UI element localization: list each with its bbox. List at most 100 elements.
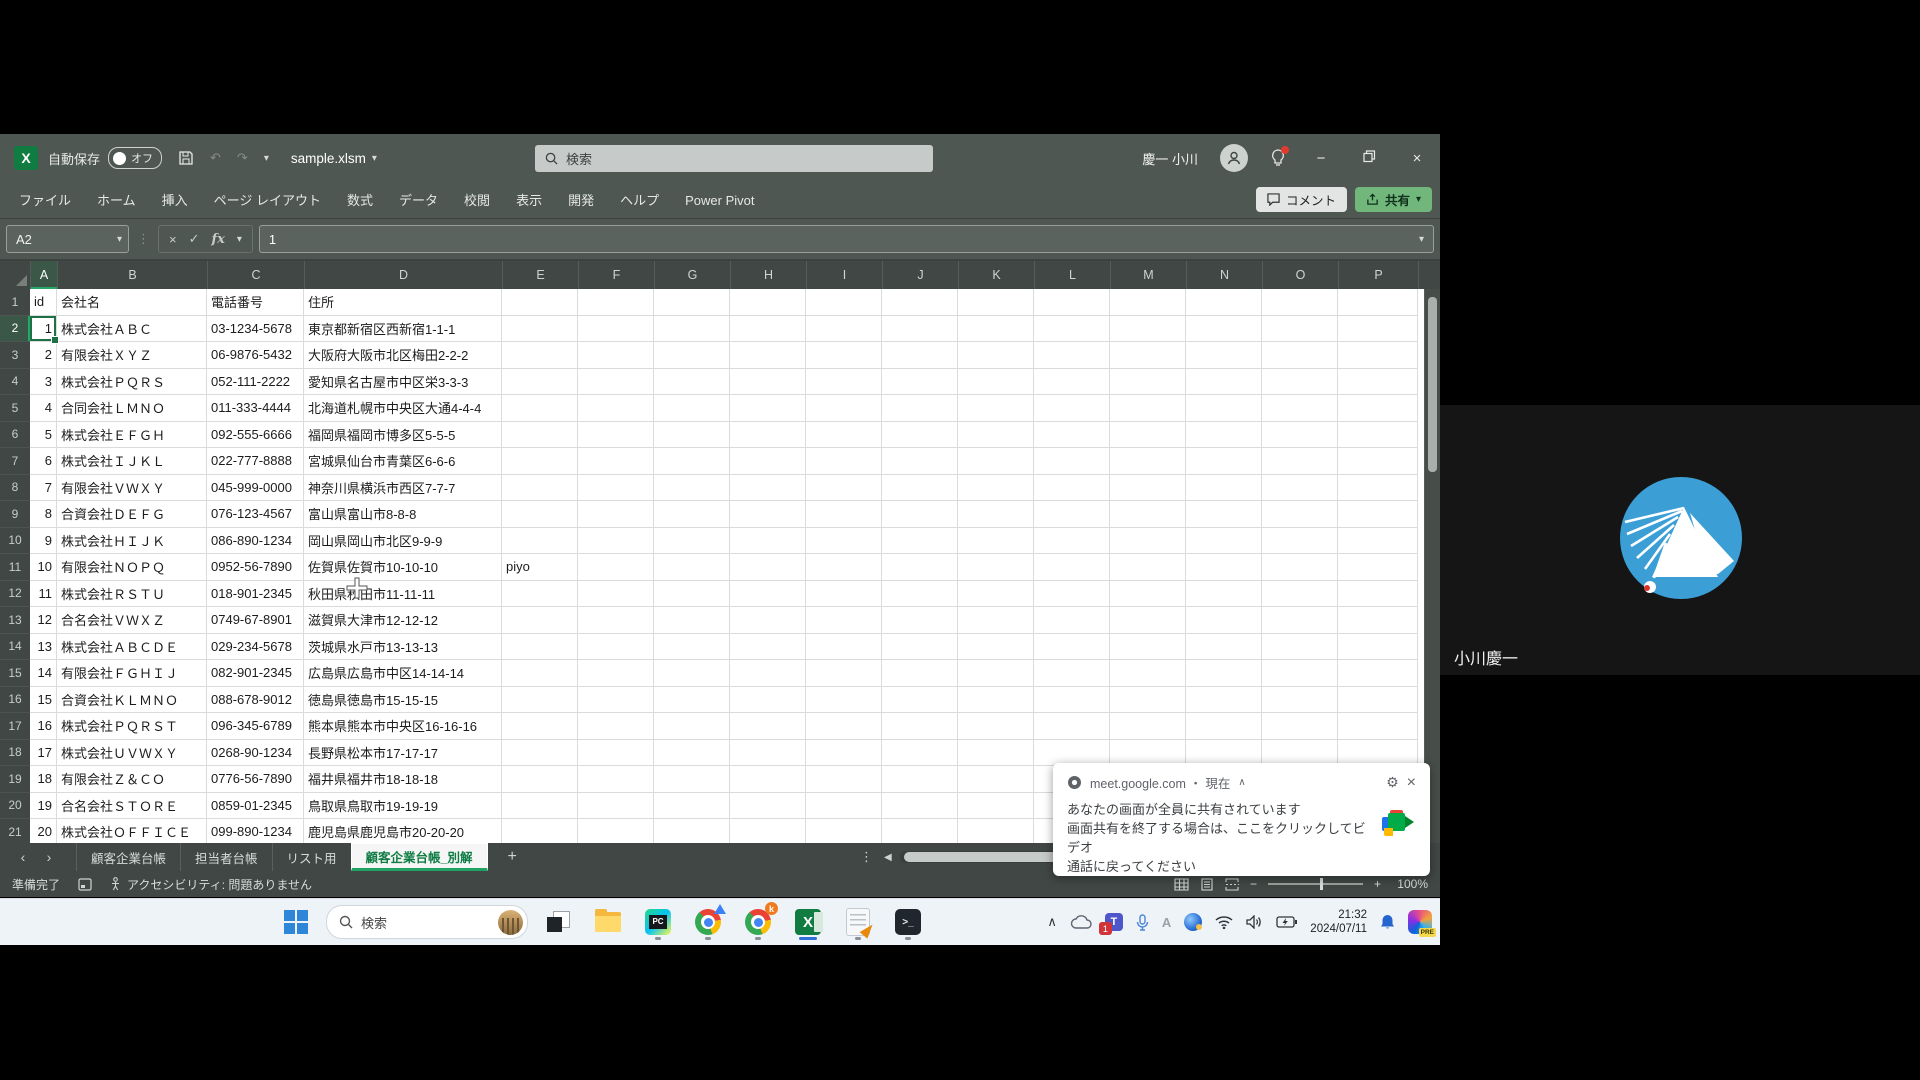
cell-D21[interactable]: 鹿児島県鹿児島市20-20-20 (304, 819, 502, 843)
cell-P1[interactable] (1338, 289, 1418, 316)
cell-F20[interactable] (578, 793, 654, 820)
cell-A9[interactable]: 8 (30, 501, 57, 528)
cell-J21[interactable] (882, 819, 958, 843)
cell-P9[interactable] (1338, 501, 1418, 528)
cell-N4[interactable] (1186, 369, 1262, 396)
column-header-N[interactable]: N (1187, 261, 1263, 289)
row-header-2[interactable]: 2 (0, 316, 30, 343)
cell-F15[interactable] (578, 660, 654, 687)
cell-B18[interactable]: 株式会社ＵＶＷＸＹ (57, 740, 207, 767)
cell-A7[interactable]: 6 (30, 448, 57, 475)
cell-P8[interactable] (1338, 475, 1418, 502)
cell-P12[interactable] (1338, 581, 1418, 608)
workbook-title[interactable]: sample.xlsm ▾ (291, 151, 377, 166)
cell-C12[interactable]: 018-901-2345 (207, 581, 304, 608)
cell-P2[interactable] (1338, 316, 1418, 343)
excel-taskbar-button[interactable]: X (788, 902, 828, 942)
confirm-entry-icon[interactable]: ✓ (189, 231, 200, 247)
cell-P14[interactable] (1338, 634, 1418, 661)
task-view-button[interactable] (538, 902, 578, 942)
cell-G12[interactable] (654, 581, 730, 608)
cell-A10[interactable]: 9 (30, 528, 57, 555)
cell-A17[interactable]: 16 (30, 713, 57, 740)
tell-me-lightbulb-icon[interactable] (1270, 149, 1286, 167)
cell-C20[interactable]: 0859-01-2345 (207, 793, 304, 820)
ribbon-tab-5[interactable]: データ (386, 183, 451, 218)
cell-D7[interactable]: 宮城県仙台市青葉区6-6-6 (304, 448, 502, 475)
sheet-nav-right-icon[interactable]: › (36, 849, 62, 865)
cell-I20[interactable] (806, 793, 882, 820)
cell-P16[interactable] (1338, 687, 1418, 714)
cell-G11[interactable] (654, 554, 730, 581)
cell-A13[interactable]: 12 (30, 607, 57, 634)
cell-B5[interactable]: 合同会社ＬＭＮＯ (57, 395, 207, 422)
cell-I16[interactable] (806, 687, 882, 714)
terminal-button[interactable]: >_ (888, 902, 928, 942)
cell-H5[interactable] (730, 395, 806, 422)
cell-A19[interactable]: 18 (30, 766, 57, 793)
cell-G17[interactable] (654, 713, 730, 740)
column-header-P[interactable]: P (1339, 261, 1419, 289)
cell-H3[interactable] (730, 342, 806, 369)
cell-E2[interactable] (502, 316, 578, 343)
excel-app-icon[interactable]: X (14, 146, 38, 170)
cell-D9[interactable]: 富山県富山市8-8-8 (304, 501, 502, 528)
cell-N13[interactable] (1186, 607, 1262, 634)
cell-K1[interactable] (958, 289, 1034, 316)
cell-C21[interactable]: 099-890-1234 (207, 819, 304, 843)
cell-B17[interactable]: 株式会社ＰＱＲＳＴ (57, 713, 207, 740)
cell-L2[interactable] (1034, 316, 1110, 343)
cell-P3[interactable] (1338, 342, 1418, 369)
cell-H14[interactable] (730, 634, 806, 661)
cell-J13[interactable] (882, 607, 958, 634)
cell-D8[interactable]: 神奈川県横浜市西区7-7-7 (304, 475, 502, 502)
cell-L13[interactable] (1034, 607, 1110, 634)
cell-K4[interactable] (958, 369, 1034, 396)
meet-share-notification[interactable]: meet.google.com ・ 現在 ∧ ⚙ × あなたの画面が全員に共有さ… (1053, 763, 1430, 876)
cell-G9[interactable] (654, 501, 730, 528)
cell-D4[interactable]: 愛知県名古屋市中区栄3-3-3 (304, 369, 502, 396)
row-header-3[interactable]: 3 (0, 342, 30, 369)
cell-K18[interactable] (958, 740, 1034, 767)
cell-A6[interactable]: 5 (30, 422, 57, 449)
ribbon-tab-9[interactable]: ヘルプ (607, 183, 672, 218)
cell-E8[interactable] (502, 475, 578, 502)
cell-M4[interactable] (1110, 369, 1186, 396)
column-header-O[interactable]: O (1263, 261, 1339, 289)
cell-N15[interactable] (1186, 660, 1262, 687)
cell-F12[interactable] (578, 581, 654, 608)
cell-C19[interactable]: 0776-56-7890 (207, 766, 304, 793)
cell-K16[interactable] (958, 687, 1034, 714)
cell-D13[interactable]: 滋賀県大津市12-12-12 (304, 607, 502, 634)
cell-H4[interactable] (730, 369, 806, 396)
cell-G6[interactable] (654, 422, 730, 449)
cell-H9[interactable] (730, 501, 806, 528)
cell-N1[interactable] (1186, 289, 1262, 316)
cell-C9[interactable]: 076-123-4567 (207, 501, 304, 528)
zoom-slider-thumb[interactable] (1320, 878, 1323, 890)
cell-H8[interactable] (730, 475, 806, 502)
cell-N17[interactable] (1186, 713, 1262, 740)
cell-H10[interactable] (730, 528, 806, 555)
cell-P11[interactable] (1338, 554, 1418, 581)
cell-J3[interactable] (882, 342, 958, 369)
cell-C14[interactable]: 029-234-5678 (207, 634, 304, 661)
tabbar-kebab-icon[interactable]: ⋮ (860, 849, 873, 865)
cell-D3[interactable]: 大阪府大阪市北区梅田2-2-2 (304, 342, 502, 369)
cell-G19[interactable] (654, 766, 730, 793)
cell-P15[interactable] (1338, 660, 1418, 687)
cell-G13[interactable] (654, 607, 730, 634)
cell-C18[interactable]: 0268-90-1234 (207, 740, 304, 767)
cell-I7[interactable] (806, 448, 882, 475)
page-layout-view-button[interactable] (1200, 878, 1214, 891)
cell-M10[interactable] (1110, 528, 1186, 555)
cell-H20[interactable] (730, 793, 806, 820)
cell-L16[interactable] (1034, 687, 1110, 714)
cell-B9[interactable]: 合資会社ＤＥＦＧ (57, 501, 207, 528)
cell-E3[interactable] (502, 342, 578, 369)
cell-D5[interactable]: 北海道札幌市中央区大通4-4-4 (304, 395, 502, 422)
sheet-tab-0[interactable]: 顧客企業台帳 (76, 843, 180, 871)
accessibility-status[interactable]: アクセシビリティ: 問題ありません (110, 876, 312, 893)
cell-F10[interactable] (578, 528, 654, 555)
cell-B6[interactable]: 株式会社ＥＦＧＨ (57, 422, 207, 449)
